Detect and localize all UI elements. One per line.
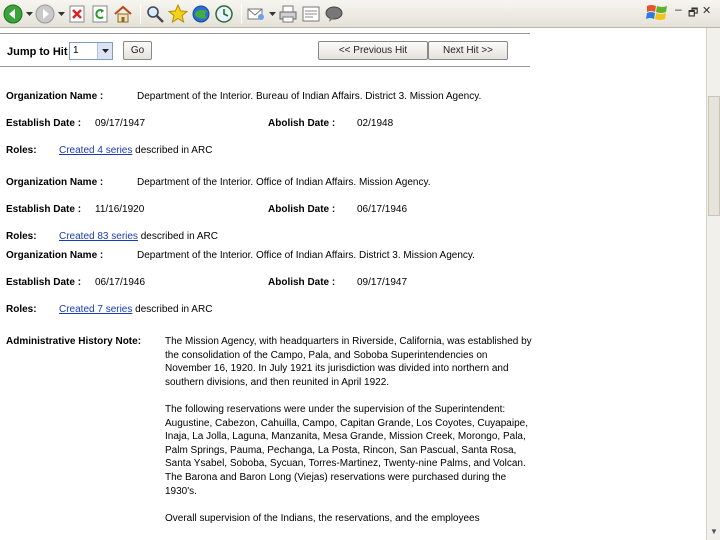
go-button[interactable]: Go	[123, 41, 152, 60]
abolish-date-label: Abolish Date :	[268, 118, 336, 129]
abolish-date-value: 06/17/1946	[357, 204, 408, 215]
org-name-label: Organization Name :	[6, 91, 104, 102]
org-name-value: Department of the Interior. Office of In…	[137, 177, 431, 188]
search-icon	[147, 5, 164, 23]
history-icon	[215, 4, 233, 23]
establish-date-label: Establish Date :	[6, 204, 82, 215]
forward-dropdown[interactable]	[58, 4, 65, 24]
scroll-down-arrow-icon[interactable]: ▼	[708, 526, 720, 538]
discuss-icon	[325, 6, 343, 22]
establish-date-label: Establish Date :	[6, 118, 82, 129]
roles-value: Created 83 series described in ARC	[59, 231, 218, 242]
home-icon	[114, 5, 132, 22]
abolish-date-label: Abolish Date :	[268, 277, 336, 288]
history-paragraph: Overall supervision of the Indians, the …	[165, 512, 480, 524]
org-name-label: Organization Name :	[6, 250, 104, 261]
abolish-date-value: 09/17/1947	[357, 277, 408, 288]
chevron-down-icon	[101, 49, 109, 53]
favorites-icon	[168, 3, 188, 23]
abolish-date-label: Abolish Date :	[268, 204, 336, 215]
edit-button[interactable]	[301, 3, 321, 25]
roles-suffix: described in ARC	[135, 145, 213, 156]
select-dropdown-button[interactable]	[97, 43, 112, 59]
toolbar-separator	[140, 3, 141, 24]
abolish-date-value: 02/1948	[357, 118, 394, 129]
media-icon	[192, 5, 210, 22]
edit-icon	[302, 6, 320, 21]
roles-label: Roles:	[6, 231, 37, 242]
previous-hit-button[interactable]: << Previous Hit	[318, 41, 428, 60]
favorites-button[interactable]	[168, 3, 188, 25]
history-button[interactable]	[214, 3, 234, 25]
mail-dropdown[interactable]	[269, 4, 276, 24]
jump-to-hit-select[interactable]: 1	[69, 42, 113, 60]
roles-series-link[interactable]: Created 4 series	[59, 145, 132, 156]
refresh-icon	[92, 5, 108, 22]
back-icon	[3, 4, 23, 23]
print-button[interactable]	[278, 3, 298, 25]
discuss-button[interactable]	[324, 3, 344, 25]
print-icon	[279, 5, 297, 22]
jump-to-hit-label: Jump to Hit	[7, 46, 68, 58]
establish-date-value: 09/17/1947	[95, 118, 146, 129]
home-button[interactable]	[113, 3, 133, 25]
chevron-down-icon	[58, 11, 65, 16]
org-name-value: Department of the Interior. Bureau of In…	[137, 91, 482, 102]
stop-icon	[69, 5, 85, 22]
roles-series-link[interactable]: Created 7 series	[59, 304, 132, 315]
divider	[0, 66, 530, 67]
history-paragraph: The following reservations were under th…	[165, 403, 528, 497]
search-button[interactable]	[145, 3, 165, 25]
mail-button[interactable]	[246, 3, 266, 25]
refresh-button[interactable]	[90, 3, 110, 25]
back-button[interactable]	[3, 3, 23, 25]
chevron-down-icon	[26, 11, 33, 16]
toolbar-separator	[241, 3, 242, 24]
roles-label: Roles:	[6, 304, 37, 315]
chevron-down-icon	[269, 11, 276, 16]
establish-date-value: 11/16/1920	[95, 204, 145, 215]
roles-value: Created 4 series described in ARC	[59, 145, 212, 156]
next-hit-button[interactable]: Next Hit >>	[428, 41, 508, 60]
jump-to-hit-value: 1	[73, 45, 79, 56]
roles-suffix: described in ARC	[135, 304, 213, 315]
windows-logo-icon	[646, 5, 667, 20]
roles-value: Created 7 series described in ARC	[59, 304, 212, 315]
mail-icon	[247, 8, 264, 20]
back-dropdown[interactable]	[26, 4, 33, 24]
org-name-value: Department of the Interior. Office of In…	[137, 250, 475, 261]
browser-toolbar	[0, 0, 640, 28]
forward-icon	[35, 4, 55, 23]
scrollbar-thumb[interactable]	[708, 96, 720, 216]
forward-button[interactable]	[35, 3, 55, 25]
divider	[0, 33, 530, 34]
restore-button[interactable]: 🗗	[688, 4, 698, 23]
vertical-scrollbar[interactable]: ▼	[706, 28, 720, 540]
establish-date-value: 06/17/1946	[95, 277, 146, 288]
stop-button[interactable]	[67, 3, 87, 25]
close-button[interactable]: ✕	[702, 4, 711, 17]
roles-suffix: described in ARC	[140, 231, 218, 242]
admin-history-note: The Mission Agency, with headquarters in…	[165, 335, 535, 539]
roles-label: Roles:	[6, 145, 37, 156]
org-name-label: Organization Name :	[6, 177, 104, 188]
media-button[interactable]	[191, 3, 211, 25]
minimize-button[interactable]: –	[675, 2, 682, 16]
establish-date-label: Establish Date :	[6, 277, 82, 288]
window-controls: – 🗗 ✕	[640, 0, 720, 28]
history-paragraph: The Mission Agency, with headquarters in…	[165, 336, 532, 388]
roles-series-link[interactable]: Created 83 series	[59, 231, 138, 242]
admin-history-label: Administrative History Note:	[6, 336, 142, 347]
